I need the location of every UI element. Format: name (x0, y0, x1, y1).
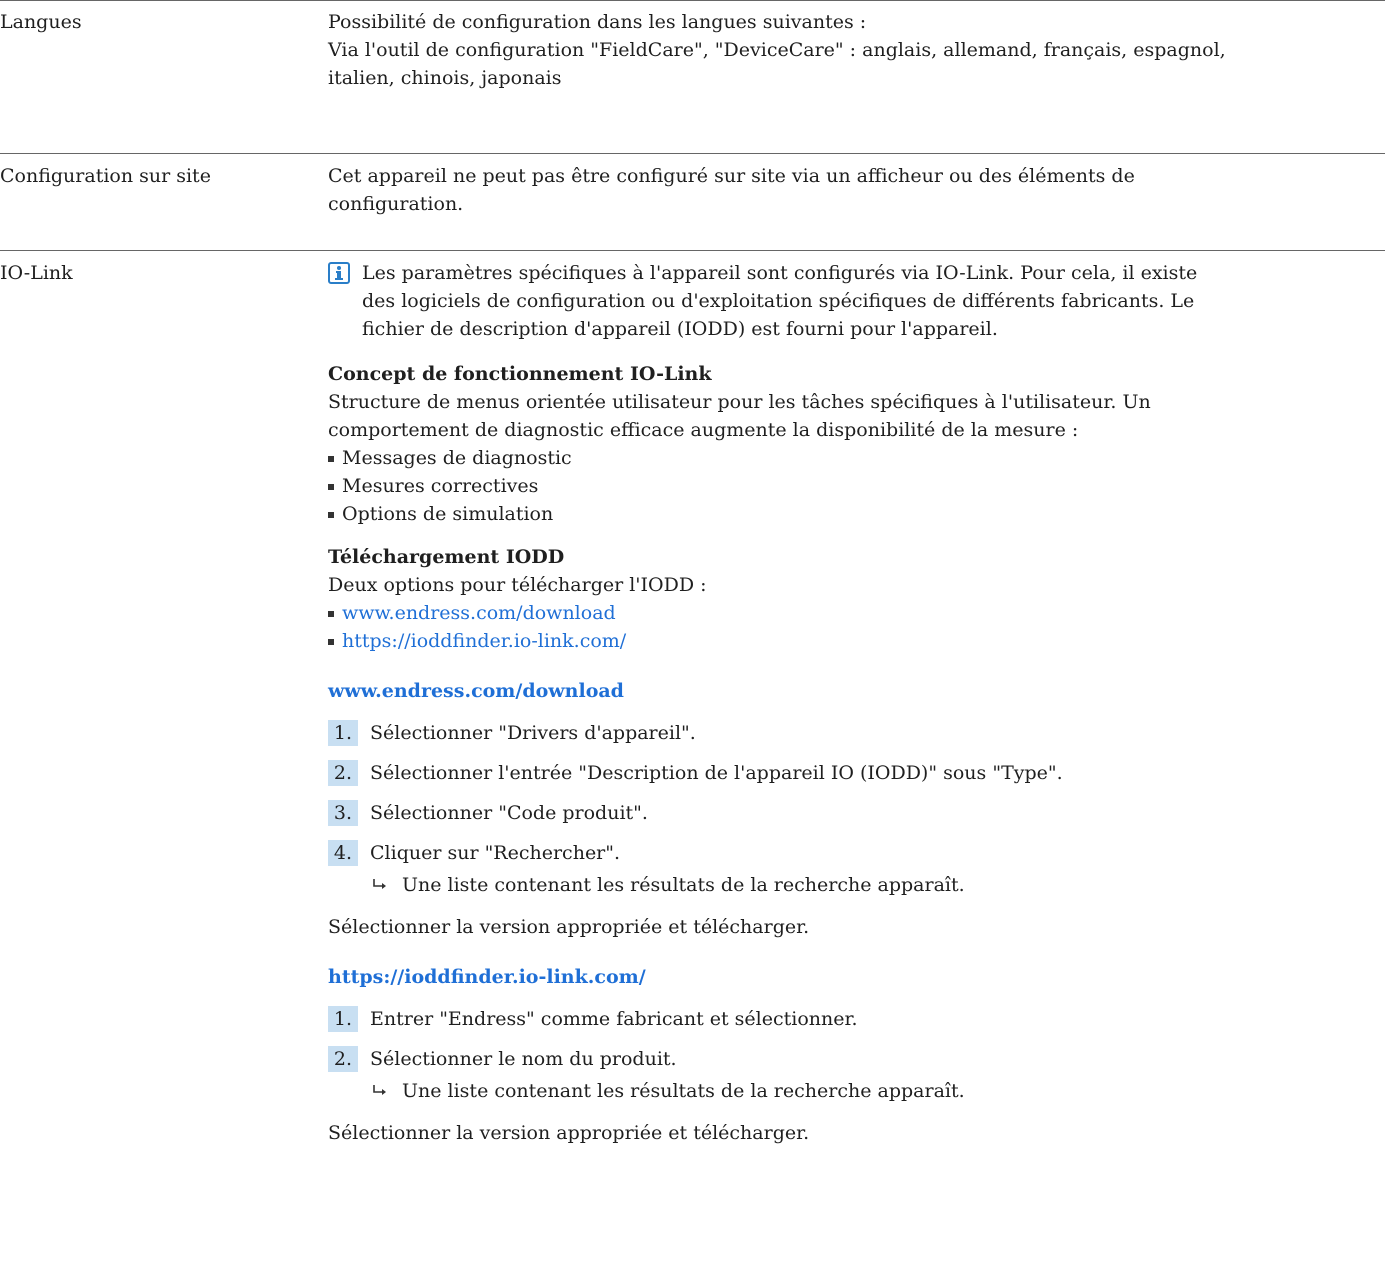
step-result: Une liste contenant les résultats de la … (328, 871, 1388, 899)
concept-line-1: Structure de menus orientée utilisateur … (328, 391, 1151, 413)
step-number: 2. (328, 1046, 358, 1072)
info-line-3: fichier de description d'appareil (IODD)… (362, 318, 998, 340)
step-number: 1. (328, 720, 358, 746)
langues-line-3: italien, chinois, japonais (328, 67, 562, 89)
concept-heading: Concept de fonctionnement IO-Link (328, 363, 712, 385)
langues-line-1: Possibilité de configuration dans les la… (328, 11, 867, 33)
step-row: 4. Cliquer sur "Rechercher". (328, 839, 1388, 867)
section-endress-heading[interactable]: www.endress.com/download (328, 677, 1388, 705)
section-endress-final: Sélectionner la version appropriée et té… (328, 916, 810, 938)
result-arrow-icon (373, 1085, 386, 1095)
step-text: Entrer "Endress" comme fabricant et séle… (370, 1008, 858, 1030)
step-number: 3. (328, 800, 358, 826)
step-row: 1. Sélectionner "Drivers d'appareil". (328, 719, 1388, 747)
step-text: Sélectionner "Drivers d'appareil". (370, 722, 696, 744)
info-text: Les paramètres spécifiques à l'appareil … (362, 259, 1388, 343)
download-intro: Deux options pour télécharger l'IODD : (328, 574, 707, 596)
concept-line-2: comportement de diagnostic efficace augm… (328, 419, 1079, 441)
step-number: 4. (328, 840, 358, 866)
step-text: Sélectionner l'entrée "Description de l'… (370, 762, 1063, 784)
section-ioddfinder-final: Sélectionner la version appropriée et té… (328, 1122, 810, 1144)
download-links: www.endress.com/download https://ioddfin… (328, 599, 1388, 655)
list-item: Mesures correctives (328, 472, 1388, 500)
step-row: 1. Entrer "Endress" comme fabricant et s… (328, 1005, 1388, 1033)
result-text: Une liste contenant les résultats de la … (402, 874, 965, 896)
info-icon (328, 262, 350, 284)
site-line-1: Cet appareil ne peut pas être configuré … (328, 165, 1135, 187)
divider-iolink (0, 250, 1385, 251)
row-label-langues: Langues (0, 11, 82, 33)
list-item: Options de simulation (328, 500, 1388, 528)
result-arrow-icon (373, 879, 386, 889)
list-item: Messages de diagnostic (328, 444, 1388, 472)
langues-content: Possibilité de configuration dans les la… (328, 8, 1388, 92)
step-number: 2. (328, 760, 358, 786)
step-text: Cliquer sur "Rechercher". (370, 842, 621, 864)
iolink-content: Les paramètres spécifiques à l'appareil … (328, 259, 1388, 1147)
result-text: Une liste contenant les résultats de la … (402, 1080, 965, 1102)
site-line-2: configuration. (328, 193, 464, 215)
step-number: 1. (328, 1006, 358, 1032)
link-ioddfinder[interactable]: https://ioddfinder.io-link.com/ (328, 627, 1388, 655)
step-row: 2. Sélectionner le nom du produit. (328, 1045, 1388, 1073)
step-text: Sélectionner "Code produit". (370, 802, 648, 824)
concept-list: Messages de diagnostic Mesures correctiv… (328, 444, 1388, 528)
info-line-2: des logiciels de configuration ou d'expl… (362, 290, 1195, 312)
row-label-io-link: IO-Link (0, 262, 73, 284)
site-content: Cet appareil ne peut pas être configuré … (328, 162, 1388, 218)
step-result: Une liste contenant les résultats de la … (328, 1077, 1388, 1105)
langues-line-2: Via l'outil de configuration "FieldCare"… (328, 39, 1226, 61)
section-ioddfinder-heading[interactable]: https://ioddfinder.io-link.com/ (328, 963, 1388, 991)
row-label-configuration-sur-site: Configuration sur site (0, 165, 211, 187)
step-row: 2. Sélectionner l'entrée "Description de… (328, 759, 1388, 787)
download-heading: Téléchargement IODD (328, 546, 565, 568)
divider-site (0, 153, 1385, 154)
info-note: Les paramètres spécifiques à l'appareil … (328, 259, 1388, 343)
step-text: Sélectionner le nom du produit. (370, 1048, 677, 1070)
link-endress-download[interactable]: www.endress.com/download (328, 599, 1388, 627)
top-divider (0, 0, 1385, 1)
info-line-1: Les paramètres spécifiques à l'appareil … (362, 262, 1198, 284)
step-row: 3. Sélectionner "Code produit". (328, 799, 1388, 827)
